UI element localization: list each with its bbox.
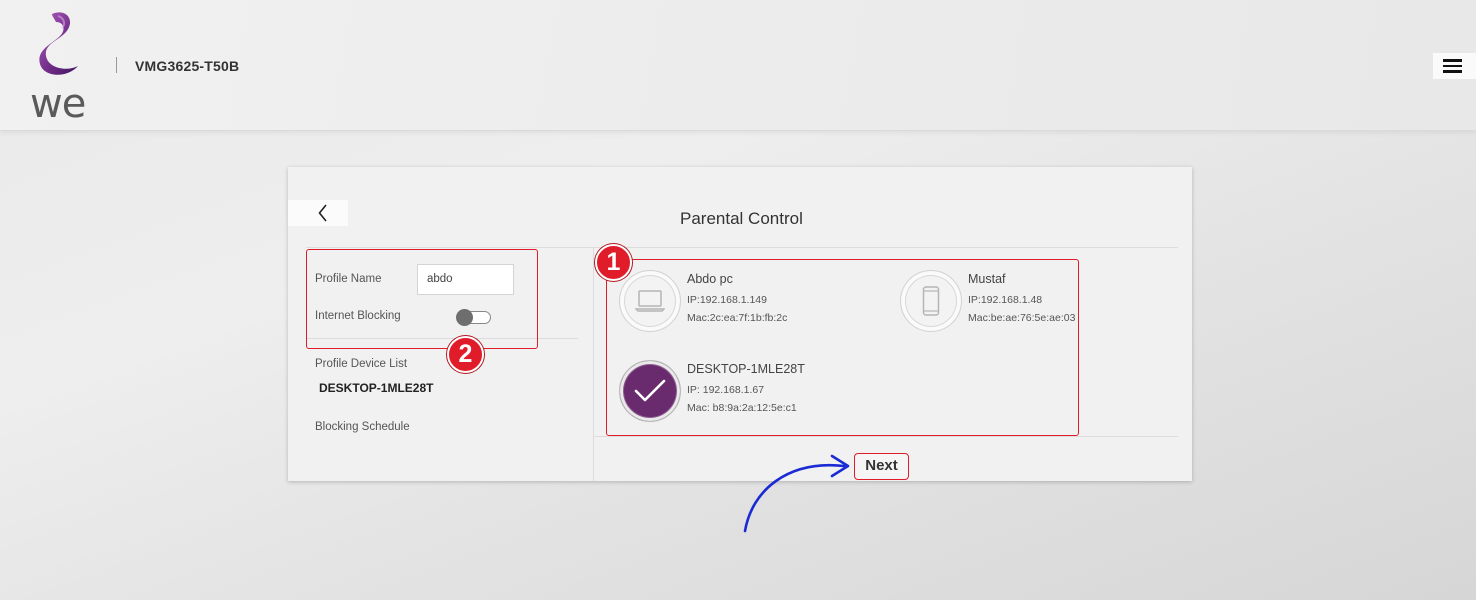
hamburger-menu-icon bbox=[1443, 59, 1462, 62]
profile-device-list-label: Profile Device List bbox=[315, 358, 408, 370]
we-logo-text: we bbox=[30, 81, 86, 127]
profile-device-list-value: DESKTOP-1MLE28T bbox=[319, 381, 434, 395]
title-divider bbox=[306, 247, 1178, 248]
next-button[interactable]: Next bbox=[854, 453, 909, 480]
panel-divider bbox=[593, 248, 594, 481]
blocking-schedule-label[interactable]: Blocking Schedule bbox=[315, 421, 410, 433]
we-logo-swirl-icon bbox=[39, 12, 78, 75]
router-model: VMG3625-T50B bbox=[135, 58, 240, 74]
hamburger-menu-icon-bar bbox=[1443, 64, 1462, 67]
chevron-left-icon bbox=[318, 204, 327, 222]
header-separator bbox=[116, 57, 117, 73]
back-button[interactable] bbox=[288, 200, 348, 226]
annotation-box-profile bbox=[306, 249, 538, 349]
annotation-badge-1: 1 bbox=[595, 244, 632, 281]
annotation-badge-2: 2 bbox=[447, 336, 484, 373]
annotation-box-devices bbox=[606, 259, 1079, 436]
annotation-arrow-icon bbox=[743, 454, 850, 533]
hamburger-menu-button[interactable] bbox=[1433, 53, 1476, 79]
devices-bottom-divider bbox=[594, 436, 1178, 437]
top-header: we VMG3625-T50B bbox=[0, 0, 1476, 131]
we-logo: we bbox=[22, 10, 102, 124]
page-title: Parental Control bbox=[680, 209, 803, 228]
hamburger-menu-icon-bar bbox=[1443, 70, 1462, 73]
